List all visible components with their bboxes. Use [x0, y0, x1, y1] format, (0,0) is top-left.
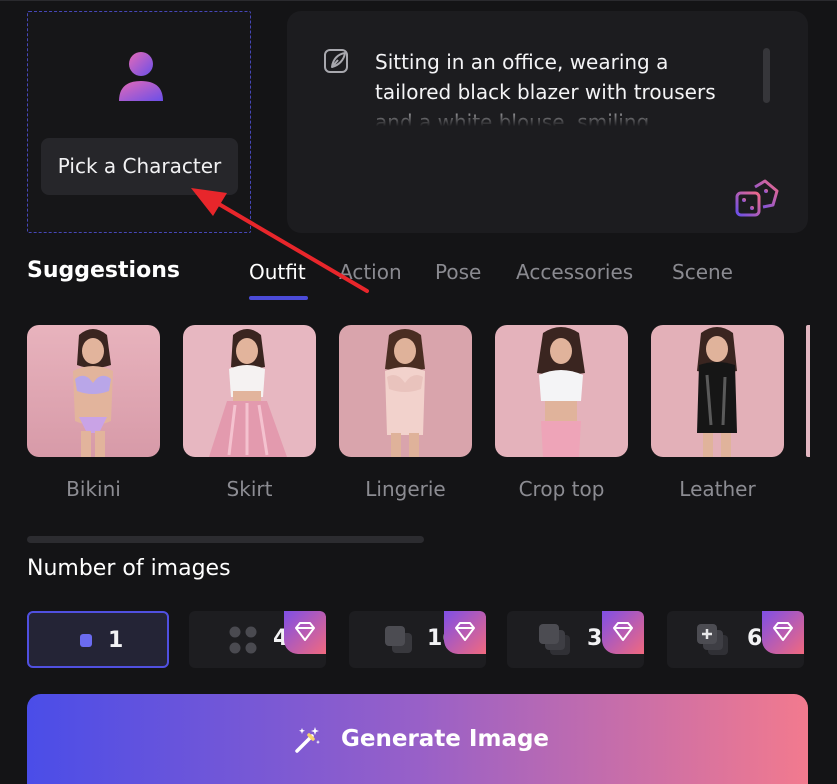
suggestion-label[interactable]: Crop top — [495, 477, 628, 501]
tab-accessories[interactable]: Accessories — [516, 260, 633, 284]
single-image-icon — [80, 634, 92, 647]
prompt-fade — [375, 107, 745, 139]
diamond-icon — [773, 622, 793, 641]
suggestion-label[interactable]: Lingerie — [339, 477, 472, 501]
count-label: 1 — [108, 628, 124, 653]
prompt-scrollbar[interactable] — [763, 48, 770, 103]
stack-more-icon — [539, 624, 570, 655]
pick-character-tooltip[interactable]: Pick a Character — [41, 138, 238, 195]
count-option-16[interactable]: 16 — [349, 611, 486, 668]
suggestion-bikini-image[interactable] — [27, 325, 160, 457]
suggestion-crop-top-image[interactable] — [495, 325, 628, 457]
tab-outfit[interactable]: Outfit — [249, 260, 306, 284]
stack-icon — [385, 626, 412, 653]
suggestion-leather-image[interactable] — [651, 325, 784, 457]
diamond-icon — [613, 622, 633, 641]
suggestions-title: Suggestions — [27, 258, 180, 283]
count-option-64[interactable]: 64 — [667, 611, 804, 668]
tab-scene[interactable]: Scene — [672, 260, 733, 284]
premium-badge — [284, 611, 326, 654]
suggestion-label[interactable]: Leather — [651, 477, 784, 501]
edit-prompt-icon — [324, 49, 348, 73]
prompt-card[interactable]: Sitting in an office, wearing a tailored… — [287, 11, 808, 233]
count-option-1[interactable]: 1 — [27, 611, 169, 668]
tab-action[interactable]: Action — [339, 260, 402, 284]
user-icon — [119, 52, 163, 101]
magic-wand-icon — [295, 727, 320, 753]
grid-four-icon — [229, 626, 257, 654]
number-of-images-title: Number of images — [27, 556, 231, 581]
active-tab-indicator — [249, 296, 308, 300]
premium-badge — [762, 611, 804, 654]
suggestion-label[interactable]: Bikini — [27, 477, 160, 501]
suggestion-skirt-image[interactable] — [183, 325, 316, 457]
character-picker[interactable]: Pick a Character — [27, 11, 251, 233]
premium-badge — [444, 611, 486, 654]
diamond-icon — [295, 622, 315, 641]
suggestion-next-image-edge[interactable] — [806, 325, 810, 457]
stack-plus-icon — [697, 624, 728, 655]
count-option-4[interactable]: 4 — [189, 611, 326, 668]
diamond-icon — [455, 622, 475, 641]
top-divider — [0, 0, 837, 1]
count-option-32[interactable]: 32 — [507, 611, 644, 668]
premium-badge — [602, 611, 644, 654]
suggestion-label[interactable]: Skirt — [183, 477, 316, 501]
suggestions-scrollbar[interactable] — [27, 536, 424, 543]
suggestion-lingerie-image[interactable] — [339, 325, 472, 457]
tab-pose[interactable]: Pose — [435, 260, 481, 284]
random-dice-icon[interactable] — [735, 179, 781, 219]
generate-image-button[interactable]: Generate Image — [27, 694, 808, 784]
generate-image-label: Generate Image — [341, 726, 550, 752]
